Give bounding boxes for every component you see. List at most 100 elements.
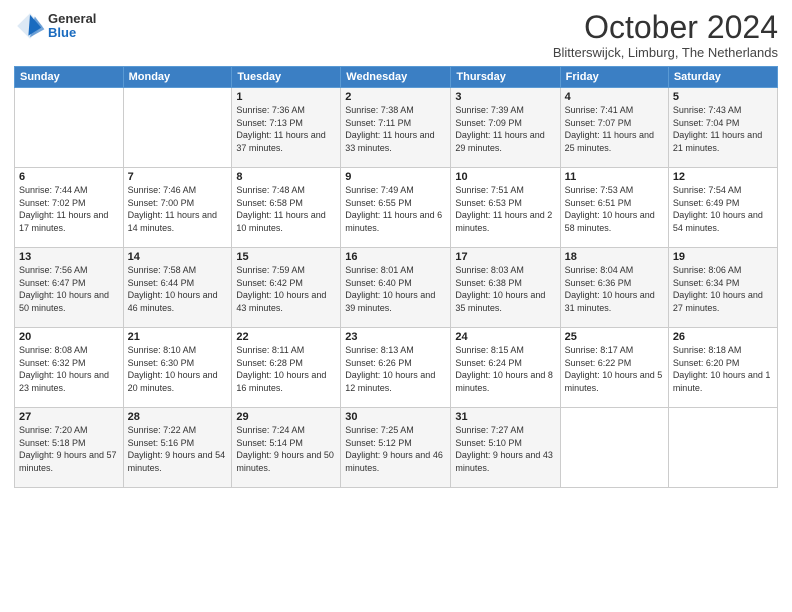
week-row-2: 13 Sunrise: 7:56 AMSunset: 6:47 PMDaylig…	[15, 248, 778, 328]
day-cell-3-5: 25 Sunrise: 8:17 AMSunset: 6:22 PMDaylig…	[560, 328, 668, 408]
day-info: Sunrise: 7:59 AMSunset: 6:42 PMDaylight:…	[236, 264, 336, 314]
day-cell-2-1: 14 Sunrise: 7:58 AMSunset: 6:44 PMDaylig…	[123, 248, 232, 328]
day-cell-4-4: 31 Sunrise: 7:27 AMSunset: 5:10 PMDaylig…	[451, 408, 560, 488]
day-number: 3	[455, 91, 555, 103]
day-number: 6	[19, 171, 119, 183]
day-cell-3-2: 22 Sunrise: 8:11 AMSunset: 6:28 PMDaylig…	[232, 328, 341, 408]
day-info: Sunrise: 8:01 AMSunset: 6:40 PMDaylight:…	[345, 264, 446, 314]
header-monday: Monday	[123, 67, 232, 88]
day-info: Sunrise: 7:49 AMSunset: 6:55 PMDaylight:…	[345, 184, 446, 234]
day-info: Sunrise: 7:38 AMSunset: 7:11 PMDaylight:…	[345, 104, 446, 154]
day-cell-3-1: 21 Sunrise: 8:10 AMSunset: 6:30 PMDaylig…	[123, 328, 232, 408]
day-info: Sunrise: 7:53 AMSunset: 6:51 PMDaylight:…	[565, 184, 664, 234]
page: General Blue October 2024 Blitterswijck,…	[0, 0, 792, 612]
day-number: 5	[673, 91, 773, 103]
day-cell-2-3: 16 Sunrise: 8:01 AMSunset: 6:40 PMDaylig…	[341, 248, 451, 328]
day-info: Sunrise: 7:27 AMSunset: 5:10 PMDaylight:…	[455, 424, 555, 474]
day-number: 13	[19, 251, 119, 263]
day-cell-2-5: 18 Sunrise: 8:04 AMSunset: 6:36 PMDaylig…	[560, 248, 668, 328]
day-number: 18	[565, 251, 664, 263]
day-info: Sunrise: 8:08 AMSunset: 6:32 PMDaylight:…	[19, 344, 119, 394]
day-cell-1-3: 9 Sunrise: 7:49 AMSunset: 6:55 PMDayligh…	[341, 168, 451, 248]
header: General Blue October 2024 Blitterswijck,…	[14, 10, 778, 60]
day-info: Sunrise: 7:22 AMSunset: 5:16 PMDaylight:…	[128, 424, 228, 474]
day-cell-2-2: 15 Sunrise: 7:59 AMSunset: 6:42 PMDaylig…	[232, 248, 341, 328]
day-cell-1-1: 7 Sunrise: 7:46 AMSunset: 7:00 PMDayligh…	[123, 168, 232, 248]
day-info: Sunrise: 8:06 AMSunset: 6:34 PMDaylight:…	[673, 264, 773, 314]
day-number: 8	[236, 171, 336, 183]
day-number: 25	[565, 331, 664, 343]
day-info: Sunrise: 8:15 AMSunset: 6:24 PMDaylight:…	[455, 344, 555, 394]
calendar: Sunday Monday Tuesday Wednesday Thursday…	[14, 66, 778, 488]
day-number: 9	[345, 171, 446, 183]
day-info: Sunrise: 8:11 AMSunset: 6:28 PMDaylight:…	[236, 344, 336, 394]
header-thursday: Thursday	[451, 67, 560, 88]
weekday-header-row: Sunday Monday Tuesday Wednesday Thursday…	[15, 67, 778, 88]
day-info: Sunrise: 8:18 AMSunset: 6:20 PMDaylight:…	[673, 344, 773, 394]
day-info: Sunrise: 7:58 AMSunset: 6:44 PMDaylight:…	[128, 264, 228, 314]
week-row-4: 27 Sunrise: 7:20 AMSunset: 5:18 PMDaylig…	[15, 408, 778, 488]
day-cell-2-4: 17 Sunrise: 8:03 AMSunset: 6:38 PMDaylig…	[451, 248, 560, 328]
day-cell-1-2: 8 Sunrise: 7:48 AMSunset: 6:58 PMDayligh…	[232, 168, 341, 248]
day-number: 1	[236, 91, 336, 103]
day-cell-1-5: 11 Sunrise: 7:53 AMSunset: 6:51 PMDaylig…	[560, 168, 668, 248]
day-number: 31	[455, 411, 555, 423]
day-cell-0-3: 2 Sunrise: 7:38 AMSunset: 7:11 PMDayligh…	[341, 88, 451, 168]
day-info: Sunrise: 8:03 AMSunset: 6:38 PMDaylight:…	[455, 264, 555, 314]
day-cell-1-4: 10 Sunrise: 7:51 AMSunset: 6:53 PMDaylig…	[451, 168, 560, 248]
day-number: 23	[345, 331, 446, 343]
day-number: 28	[128, 411, 228, 423]
day-cell-4-1: 28 Sunrise: 7:22 AMSunset: 5:16 PMDaylig…	[123, 408, 232, 488]
day-info: Sunrise: 7:56 AMSunset: 6:47 PMDaylight:…	[19, 264, 119, 314]
logo-general: General	[48, 12, 96, 26]
header-saturday: Saturday	[668, 67, 777, 88]
day-info: Sunrise: 7:41 AMSunset: 7:07 PMDaylight:…	[565, 104, 664, 154]
day-number: 4	[565, 91, 664, 103]
day-number: 22	[236, 331, 336, 343]
day-number: 26	[673, 331, 773, 343]
day-number: 12	[673, 171, 773, 183]
day-number: 20	[19, 331, 119, 343]
day-info: Sunrise: 7:36 AMSunset: 7:13 PMDaylight:…	[236, 104, 336, 154]
day-cell-0-2: 1 Sunrise: 7:36 AMSunset: 7:13 PMDayligh…	[232, 88, 341, 168]
day-info: Sunrise: 7:51 AMSunset: 6:53 PMDaylight:…	[455, 184, 555, 234]
day-cell-4-3: 30 Sunrise: 7:25 AMSunset: 5:12 PMDaylig…	[341, 408, 451, 488]
day-cell-4-2: 29 Sunrise: 7:24 AMSunset: 5:14 PMDaylig…	[232, 408, 341, 488]
day-number: 27	[19, 411, 119, 423]
day-info: Sunrise: 8:17 AMSunset: 6:22 PMDaylight:…	[565, 344, 664, 394]
day-info: Sunrise: 7:43 AMSunset: 7:04 PMDaylight:…	[673, 104, 773, 154]
day-number: 7	[128, 171, 228, 183]
day-number: 14	[128, 251, 228, 263]
day-number: 11	[565, 171, 664, 183]
day-cell-3-3: 23 Sunrise: 8:13 AMSunset: 6:26 PMDaylig…	[341, 328, 451, 408]
day-info: Sunrise: 7:54 AMSunset: 6:49 PMDaylight:…	[673, 184, 773, 234]
week-row-0: 1 Sunrise: 7:36 AMSunset: 7:13 PMDayligh…	[15, 88, 778, 168]
day-cell-0-1	[123, 88, 232, 168]
month-title: October 2024	[553, 10, 778, 45]
day-cell-2-6: 19 Sunrise: 8:06 AMSunset: 6:34 PMDaylig…	[668, 248, 777, 328]
day-number: 24	[455, 331, 555, 343]
day-info: Sunrise: 7:46 AMSunset: 7:00 PMDaylight:…	[128, 184, 228, 234]
header-friday: Friday	[560, 67, 668, 88]
day-cell-1-0: 6 Sunrise: 7:44 AMSunset: 7:02 PMDayligh…	[15, 168, 124, 248]
day-cell-4-6	[668, 408, 777, 488]
header-wednesday: Wednesday	[341, 67, 451, 88]
logo-icon	[14, 10, 46, 42]
location: Blitterswijck, Limburg, The Netherlands	[553, 45, 778, 60]
logo-blue: Blue	[48, 26, 96, 40]
logo-text: General Blue	[48, 12, 96, 41]
logo: General Blue	[14, 10, 96, 42]
day-info: Sunrise: 8:10 AMSunset: 6:30 PMDaylight:…	[128, 344, 228, 394]
day-cell-3-4: 24 Sunrise: 8:15 AMSunset: 6:24 PMDaylig…	[451, 328, 560, 408]
day-info: Sunrise: 7:24 AMSunset: 5:14 PMDaylight:…	[236, 424, 336, 474]
day-number: 21	[128, 331, 228, 343]
day-cell-1-6: 12 Sunrise: 7:54 AMSunset: 6:49 PMDaylig…	[668, 168, 777, 248]
day-info: Sunrise: 7:20 AMSunset: 5:18 PMDaylight:…	[19, 424, 119, 474]
title-block: October 2024 Blitterswijck, Limburg, The…	[553, 10, 778, 60]
day-number: 17	[455, 251, 555, 263]
day-cell-4-5	[560, 408, 668, 488]
day-cell-0-6: 5 Sunrise: 7:43 AMSunset: 7:04 PMDayligh…	[668, 88, 777, 168]
day-cell-2-0: 13 Sunrise: 7:56 AMSunset: 6:47 PMDaylig…	[15, 248, 124, 328]
day-cell-3-6: 26 Sunrise: 8:18 AMSunset: 6:20 PMDaylig…	[668, 328, 777, 408]
header-tuesday: Tuesday	[232, 67, 341, 88]
